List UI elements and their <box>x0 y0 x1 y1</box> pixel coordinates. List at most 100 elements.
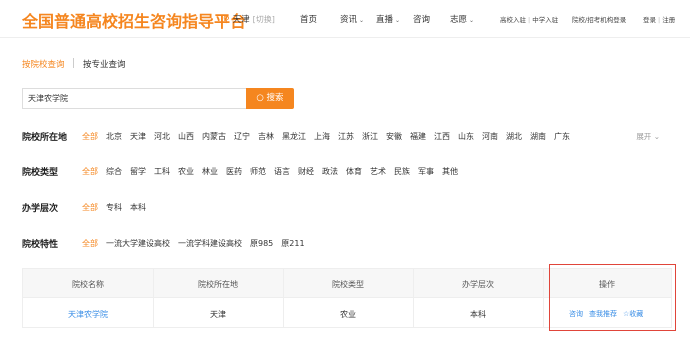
column-header-level: 办学层次 <box>462 280 494 289</box>
nav-home-label: 首页 <box>300 15 318 25</box>
filter-option[interactable]: 综合 <box>106 166 122 177</box>
filter-option[interactable]: 工科 <box>154 166 170 177</box>
institution-login-link[interactable]: 院校/招考机构登录 <box>572 14 626 24</box>
filter-option[interactable]: 河北 <box>154 131 170 142</box>
filter-option[interactable]: 农业 <box>178 166 194 177</box>
filter-option[interactable]: 军事 <box>418 166 434 177</box>
filter-option[interactable]: 湖北 <box>506 131 522 142</box>
middle-school-login-link[interactable]: 中学入驻 <box>532 16 558 24</box>
filter-option[interactable]: 专科 <box>106 202 122 213</box>
filter-option[interactable]: 浙江 <box>362 131 378 142</box>
chevron-down-icon: ⌄ <box>469 17 475 24</box>
nav-news-label: 资讯 <box>340 15 358 25</box>
filter-option[interactable]: 上海 <box>314 131 330 142</box>
filter-option[interactable]: 一流学科建设高校 <box>178 238 242 249</box>
filter-option[interactable]: 全部 <box>82 202 98 213</box>
filter-option[interactable]: 医药 <box>226 166 242 177</box>
filter-option[interactable]: 北京 <box>106 131 122 142</box>
filter-option[interactable]: 语言 <box>274 166 290 177</box>
filter-option[interactable]: 吉林 <box>258 131 274 142</box>
column-header-name: 院校名称 <box>72 280 104 289</box>
filter-option[interactable]: 原985 <box>250 238 273 249</box>
nav-live[interactable]: 直播 ⌄ <box>376 13 400 25</box>
college-level: 本科 <box>470 310 486 319</box>
search-button-label: 搜索 <box>266 93 284 103</box>
chevron-down-icon: ⌄ <box>653 132 660 141</box>
filter-option[interactable]: 政法 <box>322 166 338 177</box>
filter-option[interactable]: 全部 <box>82 131 98 142</box>
nav-volunteer[interactable]: 志愿 ⌄ <box>450 13 474 25</box>
filter-option[interactable]: 安徽 <box>386 131 402 142</box>
filter-option[interactable]: 全部 <box>82 238 98 249</box>
search-icon: ○ <box>256 93 264 103</box>
filter-options: 全部 综合 留学 工科 农业 林业 医药 师范 语言 财经 政法 体育 艺术 民族 军事 其他 <box>82 166 466 177</box>
filter-label: 院校特性 <box>22 240 59 250</box>
filter-option[interactable]: 江苏 <box>338 131 354 142</box>
tab-divider <box>73 58 74 68</box>
tab-by-college[interactable]: 按院校查询 <box>22 58 65 70</box>
column-header-type: 院校类型 <box>332 280 364 289</box>
login-link[interactable]: 登录 <box>643 16 656 24</box>
filter-option[interactable]: 民族 <box>394 166 410 177</box>
filter-option[interactable]: 体育 <box>346 166 362 177</box>
top-header: 全国普通高校招生咨询指导平台 ⚲ 天津 [切换] 首页 资讯 ⌄ 直播 ⌄ 咨询 志愿 ⌄… <box>0 0 690 38</box>
column-header-location: 院校所在地 <box>198 280 238 289</box>
nav-consult-label: 咨询 <box>413 15 431 25</box>
filter-option[interactable]: 山东 <box>458 131 474 142</box>
filter-option[interactable]: 山西 <box>178 131 194 142</box>
filter-option[interactable]: 本科 <box>130 202 146 213</box>
city-selector[interactable]: ⚲ 天津 [切换] <box>223 13 275 25</box>
actions-highlight-box <box>549 264 676 331</box>
nav-volunteer-label: 志愿 <box>450 15 468 25</box>
city-switch-link[interactable]: [切换] <box>253 15 275 24</box>
chevron-down-icon: ⌄ <box>359 17 365 24</box>
divider: | <box>658 16 661 24</box>
filter-option[interactable]: 辽宁 <box>234 131 250 142</box>
register-link[interactable]: 注册 <box>662 16 675 24</box>
city-name: 天津 <box>232 15 250 25</box>
auth-links: 登录 | 注册 <box>643 14 675 24</box>
filter-option[interactable]: 林业 <box>202 166 218 177</box>
chevron-down-icon: ⌄ <box>395 17 401 24</box>
college-type: 农业 <box>340 310 356 319</box>
site-logo[interactable]: 全国普通高校招生咨询指导平台 <box>22 8 246 32</box>
divider: | <box>528 16 531 24</box>
filter-option[interactable]: 黑龙江 <box>282 131 306 142</box>
expand-toggle[interactable]: 展开 ⌄ <box>636 131 660 142</box>
filter-option[interactable]: 内蒙古 <box>202 131 226 142</box>
filter-option[interactable]: 全部 <box>82 166 98 177</box>
filter-option[interactable]: 一流大学建设高校 <box>106 238 170 249</box>
filter-features: 院校特性 全部 一流大学建设高校 一流学科建设高校 原985 原211 <box>22 237 672 251</box>
college-name-link[interactable]: 天津农学院 <box>23 309 153 320</box>
filter-location: 院校所在地 全部 北京 天津 河北 山西 内蒙古 辽宁 吉林 黑龙江 上海 江苏 浙江 安徽 福建 江西 山东… <box>22 130 672 144</box>
tab-by-major[interactable]: 按专业查询 <box>83 58 126 70</box>
filter-level: 办学层次 全部 专科 本科 <box>22 201 672 215</box>
column-divider <box>543 269 544 327</box>
nav-home[interactable]: 首页 <box>300 13 317 25</box>
college-location: 天津 <box>210 310 226 319</box>
filter-option[interactable]: 其他 <box>442 166 458 177</box>
filter-option[interactable]: 河南 <box>482 131 498 142</box>
filter-option[interactable]: 广东 <box>554 131 570 142</box>
filter-option[interactable]: 江西 <box>434 131 450 142</box>
location-pin-icon: ⚲ <box>223 15 230 25</box>
filter-option[interactable]: 湖南 <box>530 131 546 142</box>
college-login-link[interactable]: 高校入驻 <box>500 16 526 24</box>
nav-consult[interactable]: 咨询 <box>413 13 430 25</box>
filter-option[interactable]: 师范 <box>250 166 266 177</box>
header-entry-links: 高校入驻 | 中学入驻 <box>500 14 558 24</box>
nav-news[interactable]: 资讯 ⌄ <box>340 13 364 25</box>
filter-option[interactable]: 艺术 <box>370 166 386 177</box>
filter-options: 全部 一流大学建设高校 一流学科建设高校 原985 原211 <box>82 238 313 249</box>
filter-option[interactable]: 财经 <box>298 166 314 177</box>
filter-option[interactable]: 福建 <box>410 131 426 142</box>
filter-type: 院校类型 全部 综合 留学 工科 农业 林业 医药 师范 语言 财经 政法 体育 艺术 民族 军事 其他 <box>22 165 672 179</box>
filter-option[interactable]: 天津 <box>130 131 146 142</box>
filter-options: 全部 专科 本科 <box>82 202 154 213</box>
nav-live-label: 直播 <box>376 15 394 25</box>
search-input[interactable] <box>22 88 246 109</box>
filter-option[interactable]: 留学 <box>130 166 146 177</box>
expand-label: 展开 <box>636 132 652 141</box>
search-button[interactable]: ○ 搜索 <box>246 88 294 109</box>
filter-option[interactable]: 原211 <box>281 238 304 249</box>
